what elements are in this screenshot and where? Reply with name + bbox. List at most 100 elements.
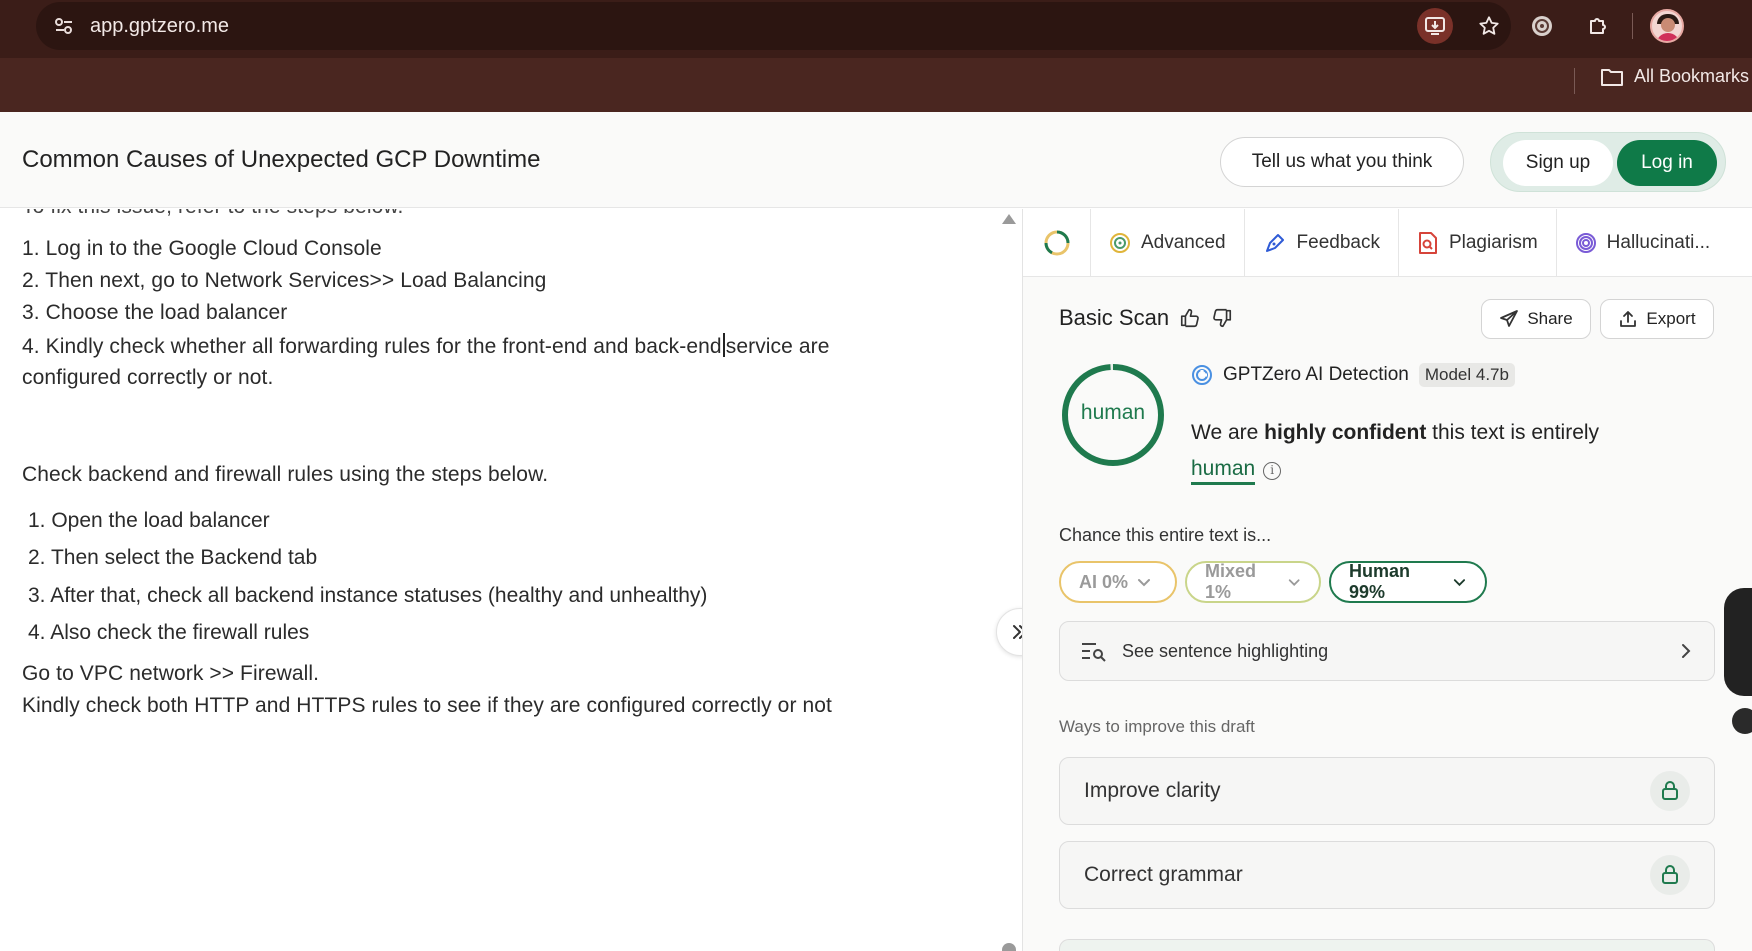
list-item: 1. Open the load balancer	[28, 509, 270, 532]
text-editor[interactable]: To fix this issue, refer to the steps be…	[0, 209, 1020, 951]
next-card-edge	[1059, 939, 1715, 951]
tab-label: Plagiarism	[1448, 232, 1538, 253]
extension-gptzero-icon[interactable]	[1520, 4, 1564, 48]
editor-line-text: 4. Kindly check whether all forwarding r…	[22, 335, 722, 358]
ways-to-improve-label: Ways to improve this draft	[1059, 717, 1255, 736]
send-icon	[1500, 310, 1519, 327]
document-search-icon	[1418, 232, 1437, 254]
sentence-highlighting-button[interactable]: See sentence highlighting	[1059, 621, 1715, 681]
gear-icon[interactable]	[1732, 708, 1752, 734]
editor-line: 1. Log in to the Google Cloud Console	[22, 237, 382, 260]
sign-up-button[interactable]: Sign up	[1503, 140, 1613, 186]
chevron-down-icon	[1138, 579, 1151, 587]
share-label: Share	[1527, 309, 1573, 328]
tab-plagiarism[interactable]: Plagiarism	[1399, 209, 1557, 277]
log-in-button[interactable]: Log in	[1617, 140, 1717, 186]
gauge-label: human	[1080, 401, 1146, 424]
improve-label: Improve clarity	[1084, 779, 1221, 802]
results-panel: Advanced Feedback Plagiarism Hallucinati…	[1022, 209, 1752, 951]
all-bookmarks-label: All Bookmarks	[1634, 66, 1750, 86]
editor-line-text: service are	[725, 335, 830, 358]
tab-label: Hallucinati...	[1606, 232, 1711, 253]
editor-line: 3. Choose the load balancer	[22, 301, 288, 324]
editor-line-with-cursor: 4. Kindly check whether all forwarding r…	[22, 333, 830, 359]
lock-icon	[1650, 771, 1690, 811]
document-title[interactable]: Common Causes of Unexpected GCP Downtime	[22, 146, 540, 174]
improve-clarity-card[interactable]: Improve clarity	[1059, 757, 1715, 825]
detector-name: GPTZero AI Detection	[1223, 364, 1409, 385]
tab-hallucinations[interactable]: Hallucinati...	[1557, 209, 1729, 277]
list-item: 3. After that, check all backend instanc…	[28, 584, 708, 607]
list-item: 2. Then select the Backend tab	[28, 546, 318, 569]
highlight-label: See sentence highlighting	[1122, 640, 1329, 661]
advanced-icon	[1110, 233, 1130, 253]
install-app-icon[interactable]	[1417, 8, 1453, 44]
editor-paragraph: Check backend and firewall rules using t…	[22, 463, 549, 486]
upload-icon	[1620, 311, 1637, 327]
spiral-icon	[1575, 233, 1596, 253]
human-probability-pill[interactable]: Human 99%	[1329, 561, 1487, 603]
profile-avatar[interactable]	[1645, 4, 1689, 48]
model-badge: Model 4.7b	[1418, 363, 1515, 387]
confidence-text: We are	[1191, 421, 1265, 444]
scroll-down-arrow[interactable]	[1002, 943, 1016, 951]
mixed-probability-pill[interactable]: Mixed 1%	[1185, 561, 1321, 603]
thumbs-down-icon[interactable]	[1211, 307, 1233, 329]
chevron-down-icon	[1288, 579, 1300, 586]
ai-probability-pill[interactable]: AI 0%	[1059, 561, 1177, 603]
extensions-puzzle-icon[interactable]	[1576, 4, 1620, 48]
panel-tabs: Advanced Feedback Plagiarism Hallucinati…	[1023, 209, 1752, 277]
list-item: 4. Also check the firewall rules	[28, 621, 310, 644]
editor-line: configured correctly or not.	[22, 366, 274, 389]
browser-chrome: app.gptzero.me All Bookmarks	[0, 0, 1752, 112]
detector-info: GPTZero AI Detection Model 4.7b	[1191, 363, 1515, 387]
tab-feedback[interactable]: Feedback	[1245, 209, 1399, 277]
confidence-statement: We are highly confident this text is ent…	[1191, 415, 1711, 487]
confidence-text: this text is entirely	[1426, 421, 1600, 444]
export-button[interactable]: Export	[1600, 299, 1714, 339]
info-icon[interactable]: i	[1263, 462, 1282, 480]
lock-icon	[1650, 855, 1690, 895]
editor-paragraph: Go to VPC network >> Firewall.	[22, 662, 320, 685]
text-cursor	[722, 333, 725, 357]
scan-header: Basic Scan	[1059, 305, 1233, 331]
url-text[interactable]: app.gptzero.me	[90, 15, 229, 38]
address-bar[interactable]: app.gptzero.me	[36, 2, 1511, 50]
human-score-gauge: human	[1059, 361, 1167, 469]
tab-label: Advanced	[1141, 232, 1226, 253]
bookmark-star-icon[interactable]	[1467, 4, 1511, 48]
pill-label: Human 99%	[1349, 561, 1411, 602]
chance-label: Chance this entire text is...	[1059, 525, 1272, 545]
side-widget-tab[interactable]	[1724, 588, 1752, 696]
app-header: Common Causes of Unexpected GCP Downtime…	[0, 112, 1752, 208]
pill-label: AI 0%	[1079, 571, 1129, 592]
editor-line: 2. Then next, go to Network Services>> L…	[22, 269, 547, 292]
bookmarks-divider	[1574, 68, 1575, 94]
thumbs-up-icon[interactable]	[1179, 307, 1201, 329]
tab-scan-status[interactable]	[1023, 209, 1091, 277]
editor-paragraph: Kindly check both HTTP and HTTPS rules t…	[22, 694, 832, 717]
scroll-up-arrow[interactable]	[1002, 214, 1016, 224]
editor-line: To fix this issue, refer to the steps be…	[22, 209, 403, 219]
human-result-link[interactable]: human	[1191, 457, 1256, 485]
all-bookmarks-button[interactable]: All Bookmarks	[1600, 66, 1749, 87]
auth-button-group: Sign up Log in	[1490, 132, 1726, 192]
improve-label: Correct grammar	[1084, 863, 1243, 886]
export-label: Export	[1646, 309, 1696, 328]
tab-label: Feedback	[1296, 232, 1380, 253]
share-button[interactable]: Share	[1481, 299, 1591, 339]
chevron-down-icon	[1453, 579, 1466, 587]
tab-advanced[interactable]: Advanced	[1091, 209, 1245, 277]
confidence-emphasis: highly confident	[1264, 421, 1427, 444]
tell-us-button[interactable]: Tell us what you think	[1220, 137, 1464, 187]
folder-icon	[1601, 68, 1623, 86]
loading-spinner-icon	[1044, 230, 1069, 256]
chevron-right-icon	[1682, 644, 1691, 658]
toolbar-divider	[1632, 13, 1633, 39]
pen-icon	[1265, 234, 1284, 252]
pill-label: Mixed 1%	[1205, 561, 1257, 602]
site-settings-icon[interactable]	[46, 8, 82, 44]
list-search-icon	[1082, 643, 1106, 662]
scan-title: Basic Scan	[1059, 305, 1170, 330]
correct-grammar-card[interactable]: Correct grammar	[1059, 841, 1715, 909]
